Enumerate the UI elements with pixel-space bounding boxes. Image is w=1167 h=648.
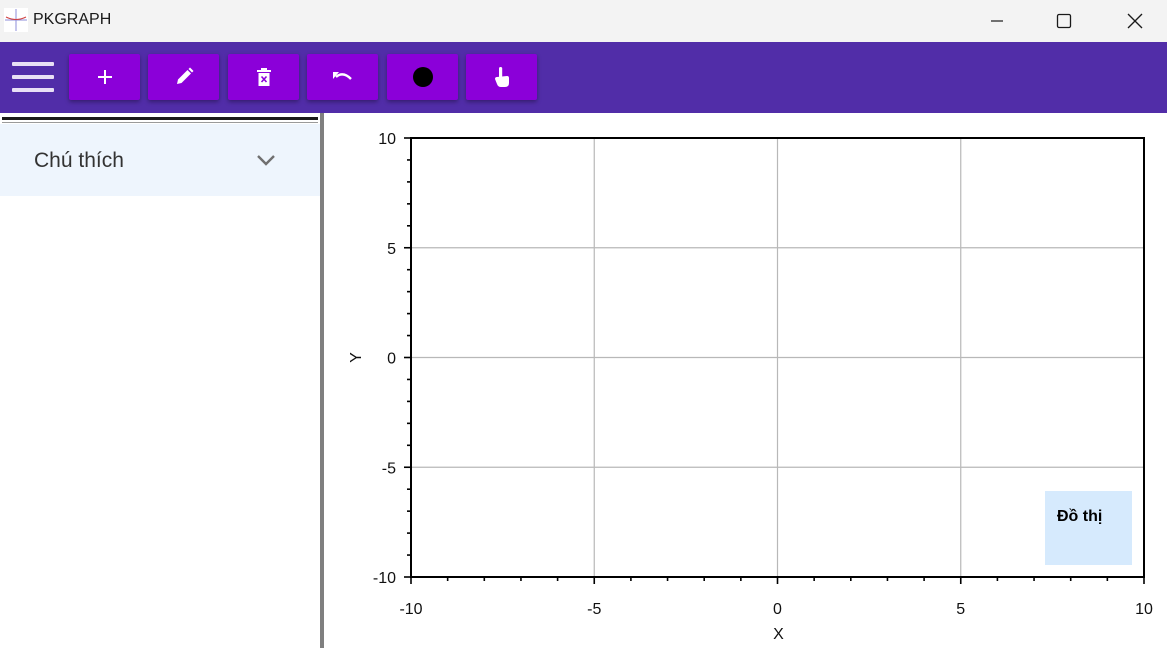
hand-pointer-icon <box>494 67 509 87</box>
close-icon <box>1127 13 1143 29</box>
color-button[interactable] <box>387 54 458 100</box>
delete-button[interactable] <box>228 54 299 100</box>
hamburger-menu-icon[interactable] <box>12 62 54 94</box>
x-tick-label: -5 <box>587 601 601 618</box>
chart-legend: Đồ thị <box>1045 491 1132 565</box>
expander-label: Chú thích <box>34 149 124 172</box>
edit-button[interactable] <box>148 54 219 100</box>
y-tick-label: -10 <box>373 570 396 587</box>
legend-title: Đồ thị <box>1057 508 1103 525</box>
close-button[interactable] <box>1112 0 1158 42</box>
graph-plot[interactable]: -10 -5 0 5 10 10 5 0 -5 -10 X Y <box>324 113 1167 648</box>
maximize-icon <box>1056 13 1072 29</box>
y-axis-label: Y <box>348 352 365 363</box>
minimize-button[interactable] <box>974 0 1020 42</box>
add-button[interactable] <box>69 54 140 100</box>
plus-icon <box>97 70 112 84</box>
divider <box>2 117 318 120</box>
y-tick-label: -5 <box>382 460 396 477</box>
minimize-icon <box>991 20 1003 22</box>
x-tick-label: -10 <box>399 601 422 618</box>
chevron-down-icon <box>257 155 275 166</box>
pencil-icon <box>176 67 193 84</box>
y-tick-label: 10 <box>378 131 396 148</box>
app-icon <box>4 8 28 32</box>
x-tick-label: 0 <box>773 601 782 618</box>
maximize-button[interactable] <box>1041 0 1087 42</box>
y-tick-label: 5 <box>387 241 396 258</box>
legend-expander[interactable]: Chú thích <box>0 124 320 196</box>
circle-icon <box>412 67 433 87</box>
window-title: PKGRAPH <box>33 11 112 28</box>
y-tick-label: 0 <box>387 351 396 368</box>
title-bar: PKGRAPH <box>0 0 1167 42</box>
divider <box>2 122 318 123</box>
trash-icon <box>256 68 271 86</box>
x-tick-label: 10 <box>1135 601 1153 618</box>
toolbar <box>0 42 1167 113</box>
undo-icon <box>332 72 352 80</box>
pointer-button[interactable] <box>466 54 537 100</box>
sidebar: Chú thích <box>0 113 320 648</box>
x-tick-label: 5 <box>956 601 965 618</box>
x-axis-label: X <box>773 626 784 643</box>
undo-button[interactable] <box>307 54 378 100</box>
